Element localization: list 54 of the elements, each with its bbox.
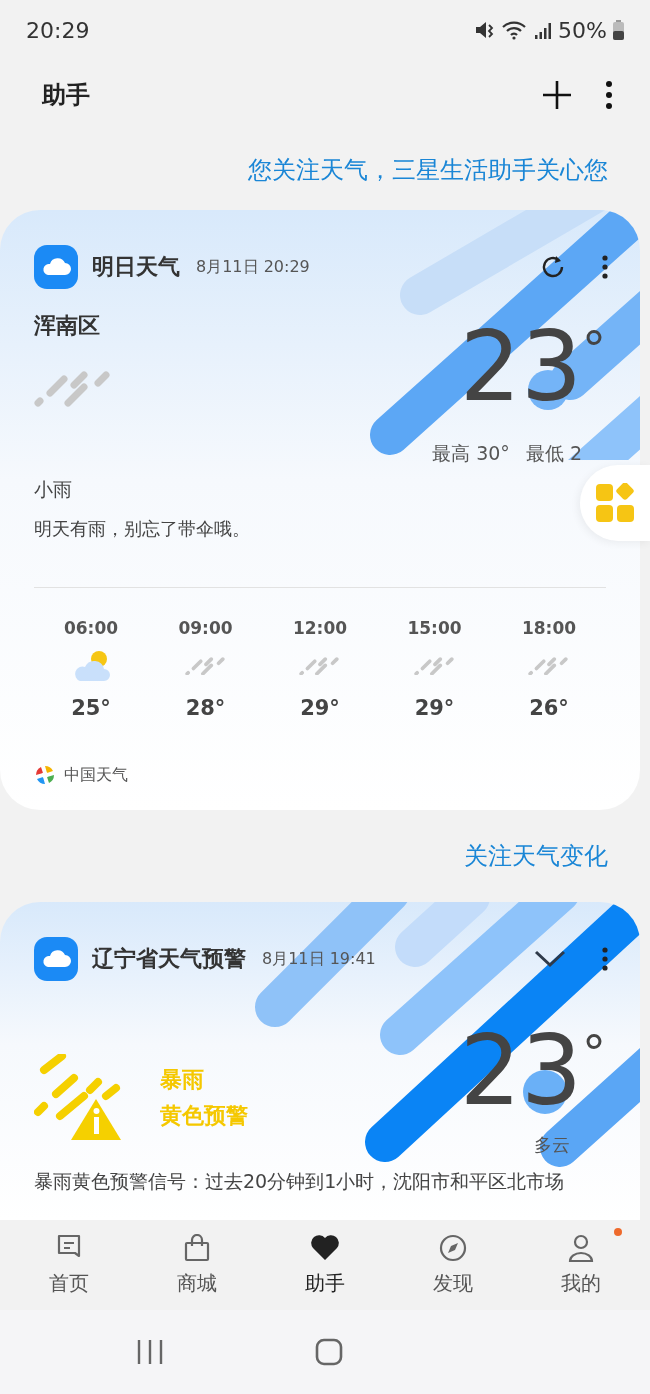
person-icon (568, 1233, 594, 1262)
widget-grid-icon (595, 483, 635, 523)
more-options-icon[interactable] (602, 947, 608, 971)
hour-time: 09:00 (178, 617, 233, 640)
home-button-icon[interactable] (315, 1338, 343, 1366)
rain-icon (299, 656, 341, 676)
nav-tab[interactable]: 发现 (398, 1220, 508, 1310)
hour-temperature: 29° (300, 696, 340, 720)
weather-message: 明天有雨，别忘了带伞哦。 (34, 517, 251, 541)
page-title: 助手 (42, 80, 90, 111)
card-title: 辽宁省天气预警 (92, 945, 246, 973)
heart-icon (310, 1233, 340, 1262)
card-time: 8月11日 19:41 (262, 948, 376, 970)
warning-level: 黄色预警 (160, 1102, 248, 1130)
hour-time: 06:00 (63, 617, 119, 640)
battery-percent: 50% (558, 17, 607, 43)
clock-time: 20:29 (26, 17, 90, 43)
warning-message: 暴雨黄色预警信号：过去20分钟到1小时，沈阳市和平区北市场 (34, 1169, 566, 1193)
source-label: 中国天气 (64, 764, 128, 786)
hour-temperature: 29° (414, 696, 455, 720)
hour-temperature: 26° (529, 696, 569, 720)
recent-apps-icon[interactable] (135, 1339, 164, 1365)
more-options-icon[interactable] (606, 81, 612, 109)
rain-icon (184, 656, 227, 676)
hour-temperature: 25° (71, 696, 111, 720)
high-temperature: 最高 30° (432, 441, 510, 466)
hour-temperature: 28° (185, 696, 226, 720)
nav-tab[interactable]: 我的 (526, 1220, 636, 1310)
more-options-icon[interactable] (602, 255, 608, 279)
nav-tab[interactable]: 首页 (14, 1220, 124, 1310)
nav-tab[interactable]: 助手 (270, 1220, 380, 1310)
warning-type: 暴雨 (160, 1066, 205, 1094)
card-title: 明日天气 (92, 253, 180, 281)
hour-time: 18:00 (521, 617, 577, 640)
chevron-down-icon[interactable] (534, 950, 566, 968)
pinwheel-logo-icon (34, 764, 56, 786)
card-time: 8月11日 20:29 (196, 256, 310, 278)
rain-icon (413, 656, 456, 676)
hour-time: 15:00 (407, 617, 462, 640)
add-icon[interactable] (542, 80, 572, 110)
banner-link[interactable]: 关注天气变化 (464, 840, 608, 872)
nav-tab[interactable]: 商城 (142, 1220, 252, 1310)
location-name: 浑南区 (34, 312, 101, 340)
cloud-app-icon (34, 245, 78, 289)
bag-icon (184, 1233, 210, 1262)
compass-icon (439, 1233, 467, 1262)
signal-icon (534, 21, 553, 39)
banner-link[interactable]: 您关注天气，三星生活助手关心您 (248, 154, 608, 186)
battery-icon (613, 20, 624, 40)
hour-time: 12:00 (292, 617, 348, 640)
weather-condition: 小雨 (34, 477, 73, 501)
refresh-icon[interactable] (540, 254, 566, 280)
rain-icon (528, 656, 570, 676)
cloud-app-icon (34, 937, 78, 981)
